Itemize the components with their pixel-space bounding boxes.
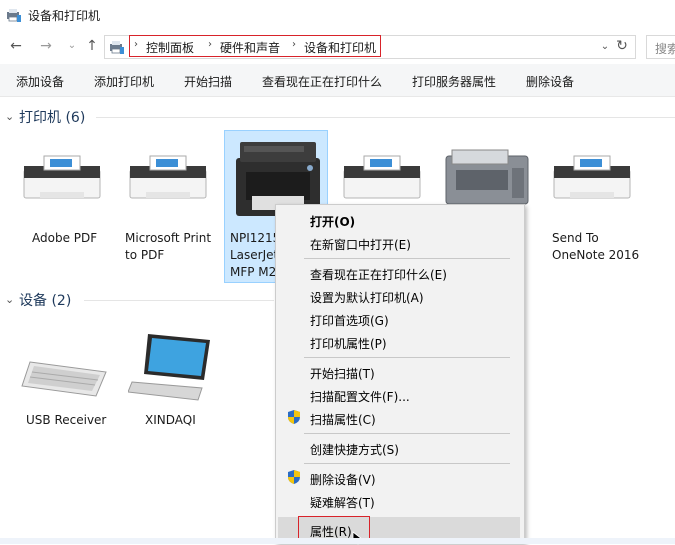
- search-placeholder: 搜索: [655, 42, 675, 56]
- menu-item-printer-properties[interactable]: 打印机属性(P): [310, 335, 387, 352]
- remove-device-button[interactable]: 删除设备: [526, 73, 574, 90]
- menu-item-remove-device[interactable]: 删除设备(V): [310, 471, 376, 488]
- uac-shield-icon: [288, 410, 300, 424]
- collapse-chevron-icon[interactable]: ⌄: [5, 293, 14, 306]
- printer-label-microsoft-print: Microsoft Print to PDF: [125, 231, 212, 262]
- group-divider: [84, 300, 274, 301]
- search-input[interactable]: 搜索: [646, 35, 675, 59]
- breadcrumb-control-panel[interactable]: 控制面板: [146, 39, 194, 56]
- fax-printer-icon[interactable]: [442, 146, 532, 208]
- chevron-right-icon[interactable]: ›: [292, 39, 296, 50]
- menu-item-create-shortcut[interactable]: 创建快捷方式(S): [310, 441, 399, 458]
- devices-group-header[interactable]: 设备 (2): [19, 290, 71, 310]
- keyboard-icon[interactable]: [20, 358, 108, 400]
- breadcrumb-hardware-sound[interactable]: 硬件和声音: [220, 39, 280, 56]
- start-scan-button[interactable]: 开始扫描: [184, 73, 232, 90]
- device-label-xindaqi: XINDAQI: [145, 413, 196, 427]
- refresh-icon[interactable]: ↻: [614, 38, 630, 54]
- window-title: 设备和打印机: [28, 9, 101, 23]
- printer-label-adobe-pdf: Adobe PDF: [32, 231, 98, 245]
- print-server-properties-button[interactable]: 打印服务器属性: [412, 73, 496, 90]
- menu-item-set-default[interactable]: 设置为默认打印机(A): [310, 289, 424, 306]
- menu-separator: [304, 258, 510, 259]
- add-printer-button[interactable]: 添加打印机: [94, 73, 154, 90]
- printer-icon[interactable]: [20, 152, 104, 208]
- group-divider: [96, 117, 675, 118]
- menu-item-scan-profiles[interactable]: 扫描配置文件(F)...: [310, 388, 410, 405]
- menu-item-start-scan[interactable]: 开始扫描(T): [310, 365, 375, 382]
- address-dropdown-icon[interactable]: ⌄: [597, 38, 613, 56]
- device-label-usb-receiver: USB Receiver: [26, 413, 107, 427]
- add-device-button[interactable]: 添加设备: [16, 73, 64, 90]
- address-bar[interactable]: › 控制面板 › 硬件和声音 › 设备和打印机 ⌄: [104, 35, 636, 59]
- devices-printers-icon: [7, 9, 21, 22]
- menu-item-troubleshoot[interactable]: 疑难解答(T): [310, 494, 375, 511]
- chevron-right-icon[interactable]: ›: [134, 39, 138, 50]
- menu-item-open-new-window[interactable]: 在新窗口中打开(E): [310, 236, 411, 253]
- menu-item-see-printing[interactable]: 查看现在正在打印什么(E): [310, 266, 447, 283]
- command-bar: 添加设备 添加打印机 开始扫描 查看现在正在打印什么 打印服务器属性 删除设备: [0, 64, 675, 97]
- printer-label-send-to-onenote: Send To OneNote 2016: [552, 231, 640, 262]
- menu-item-scan-properties[interactable]: 扫描属性(C): [310, 411, 376, 428]
- title-bar: 设备和打印机: [0, 0, 675, 30]
- collapse-chevron-icon[interactable]: ⌄: [5, 110, 14, 123]
- see-whats-printing-button[interactable]: 查看现在正在打印什么: [262, 73, 382, 90]
- recent-locations-chevron-icon[interactable]: ⌄: [64, 38, 80, 54]
- forward-arrow-icon[interactable]: →: [38, 38, 54, 54]
- printer-label-npi1215: NPI1215 LaserJet MFP M2: [230, 231, 281, 279]
- breadcrumb-devices-printers[interactable]: 设备和打印机: [304, 39, 376, 56]
- back-arrow-icon[interactable]: ←: [8, 38, 24, 54]
- control-panel-icon: [110, 41, 124, 54]
- chevron-right-icon[interactable]: ›: [208, 39, 212, 50]
- uac-shield-icon: [288, 470, 300, 484]
- printer-icon[interactable]: [126, 152, 210, 208]
- context-menu: 打开(O) 在新窗口中打开(E) 查看现在正在打印什么(E) 设置为默认打印机(…: [275, 204, 525, 545]
- menu-separator: [304, 357, 510, 358]
- breadcrumb: › 控制面板 › 硬件和声音 › 设备和打印机: [129, 35, 381, 57]
- printer-icon[interactable]: [340, 152, 424, 208]
- printers-group-header[interactable]: 打印机 (6): [19, 107, 85, 127]
- menu-separator: [304, 433, 510, 434]
- status-bar: [0, 538, 675, 544]
- menu-separator: [304, 463, 510, 464]
- printer-icon[interactable]: [550, 152, 634, 208]
- up-arrow-icon[interactable]: ↑: [84, 38, 100, 54]
- navigation-bar: ← → ⌄ ↑ › 控制面板 › 硬件和声音 › 设备和打印机 ⌄ ↻ 搜索: [0, 32, 675, 62]
- laptop-icon[interactable]: [128, 332, 212, 402]
- menu-item-open[interactable]: 打开(O): [310, 213, 355, 230]
- menu-item-printing-preferences[interactable]: 打印首选项(G): [310, 312, 389, 329]
